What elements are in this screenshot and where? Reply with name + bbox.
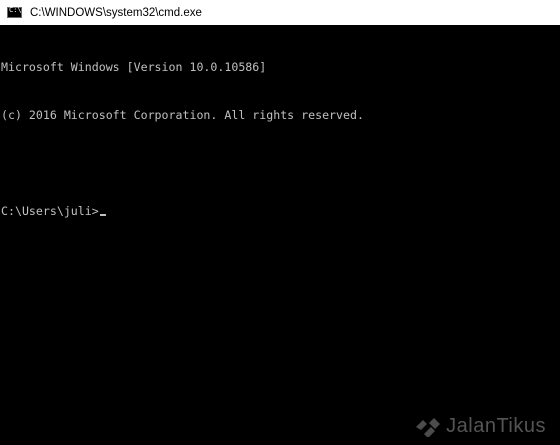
jalantikus-logo-icon bbox=[416, 417, 441, 437]
title-bar[interactable]: C:\ C:\WINDOWS\system32\cmd.exe bbox=[0, 0, 560, 25]
prompt-line[interactable]: C:\Users\juli> bbox=[1, 203, 560, 219]
prompt-text: C:\Users\juli> bbox=[1, 204, 99, 218]
console-line: (c) 2016 Microsoft Corporation. All righ… bbox=[1, 108, 364, 122]
text-cursor bbox=[99, 214, 106, 216]
watermark-text: JalanTikus bbox=[446, 415, 546, 437]
console-line: Microsoft Windows [Version 10.0.10586] bbox=[1, 60, 267, 74]
cmd-window: C:\ C:\WINDOWS\system32\cmd.exe Microsof… bbox=[0, 0, 560, 445]
cmd-icon: C:\ bbox=[7, 6, 22, 18]
watermark: JalanTikus bbox=[414, 415, 546, 438]
console-output[interactable]: Microsoft Windows [Version 10.0.10586] (… bbox=[0, 27, 560, 445]
window-title: C:\WINDOWS\system32\cmd.exe bbox=[30, 6, 202, 19]
